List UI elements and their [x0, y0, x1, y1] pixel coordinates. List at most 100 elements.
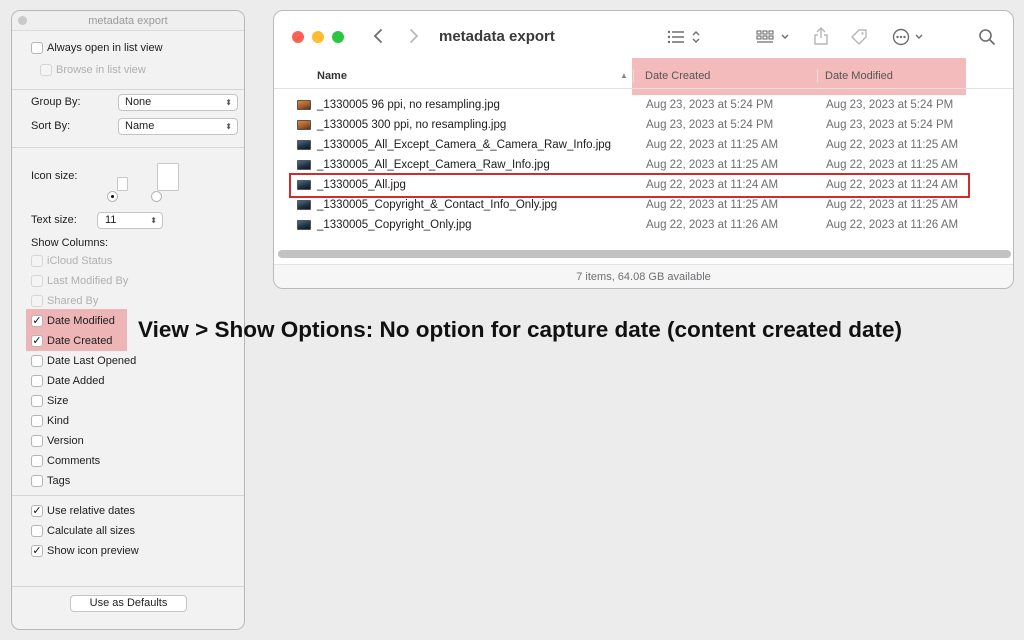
icon-size-label: Icon size: [31, 170, 78, 182]
chevron-right-icon[interactable] [408, 28, 420, 48]
list-view-icon[interactable] [667, 29, 701, 49]
column-header-row: Name ▲ Date Created Date Modified [274, 63, 1013, 89]
column-date-added-checkbox[interactable]: Date Added [31, 374, 105, 388]
checkbox-box [31, 295, 43, 307]
calculate-all-sizes-checkbox[interactable]: Calculate all sizes [31, 524, 135, 538]
panel-close-button[interactable] [18, 16, 27, 25]
up-down-chevron-icon: ⬍ [150, 216, 157, 225]
panel-title: metadata export [88, 15, 168, 27]
column-header-name[interactable]: Name [317, 63, 347, 89]
column-comments-checkbox[interactable]: Comments [31, 454, 100, 468]
image-thumbnail-icon [297, 200, 311, 210]
file-date-created: Aug 22, 2023 at 11:25 AM [646, 199, 779, 211]
large-document-icon [157, 163, 179, 191]
column-size-checkbox[interactable]: Size [31, 394, 68, 408]
file-name: _1330005_Copyright_&_Contact_Info_Only.j… [317, 199, 558, 211]
file-date-created: Aug 22, 2023 at 11:25 AM [646, 159, 779, 171]
minimize-window-button[interactable] [312, 31, 324, 43]
column-divider[interactable] [633, 69, 634, 83]
checkbox-box[interactable] [31, 375, 43, 387]
checkbox-box[interactable] [31, 415, 43, 427]
divider [12, 586, 244, 587]
column-last-modified-by-checkbox: Last Modified By [31, 274, 128, 288]
checkbox-box [31, 255, 43, 267]
grid-view-icon[interactable] [756, 29, 792, 49]
small-document-icon [117, 177, 128, 191]
chevron-left-icon[interactable] [372, 28, 384, 48]
close-window-button[interactable] [292, 31, 304, 43]
file-name: _1330005 96 ppi, no resampling.jpg [317, 99, 500, 111]
file-row[interactable]: _1330005_All_Except_Camera_&_Camera_Raw_… [274, 135, 1013, 155]
file-name: _1330005 300 ppi, no resampling.jpg [317, 119, 507, 131]
checkmark-icon[interactable]: ✓ [31, 505, 43, 517]
show-icon-preview-checkbox[interactable]: ✓ Show icon preview [31, 544, 139, 558]
file-date-modified: Aug 23, 2023 at 5:24 PM [826, 119, 954, 131]
checkbox-box[interactable] [31, 525, 43, 537]
column-date-created-checkbox[interactable]: ✓ Date Created [31, 334, 112, 348]
icon-size-small-radio[interactable] [107, 191, 118, 202]
checkbox-box[interactable] [31, 475, 43, 487]
file-date-modified: Aug 22, 2023 at 11:25 AM [826, 139, 959, 151]
file-date-modified: Aug 22, 2023 at 11:25 AM [826, 199, 959, 211]
checkbox-box[interactable] [31, 395, 43, 407]
divider [12, 495, 244, 496]
image-thumbnail-icon [297, 100, 311, 110]
column-date-modified-checkbox[interactable]: ✓ Date Modified [31, 314, 115, 328]
file-date-modified: Aug 22, 2023 at 11:26 AM [826, 219, 959, 231]
file-row[interactable]: _1330005 96 ppi, no resampling.jpg Aug 23… [274, 95, 1013, 115]
sort-by-popup[interactable]: Name ⬍ [118, 118, 238, 135]
file-row[interactable]: _1330005 300 ppi, no resampling.jpg Aug 2… [274, 115, 1013, 135]
file-row[interactable]: _1330005_Copyright_Only.jpg Aug 22, 2023 … [274, 215, 1013, 235]
panel-titlebar: metadata export [12, 11, 244, 31]
checkbox-box[interactable] [31, 455, 43, 467]
image-thumbnail-icon [297, 120, 311, 130]
text-size-label: Text size: [31, 214, 77, 226]
search-icon[interactable] [978, 28, 996, 50]
column-header-date-modified[interactable]: Date Modified [825, 63, 893, 89]
checkbox-box[interactable] [31, 355, 43, 367]
zoom-window-button[interactable] [332, 31, 344, 43]
use-as-defaults-button[interactable]: Use as Defaults [70, 595, 187, 612]
file-date-modified: Aug 22, 2023 at 11:25 AM [826, 159, 959, 171]
file-date-created: Aug 22, 2023 at 11:25 AM [646, 139, 779, 151]
column-tags-checkbox[interactable]: Tags [31, 474, 70, 488]
column-date-last-opened-checkbox[interactable]: Date Last Opened [31, 354, 136, 368]
checkmark-icon[interactable]: ✓ [31, 315, 43, 327]
file-name: _1330005_All_Except_Camera_Raw_Info.jpg [317, 159, 550, 171]
file-date-created: Aug 23, 2023 at 5:24 PM [646, 119, 774, 131]
up-down-chevron-icon: ⬍ [225, 122, 232, 131]
tag-icon[interactable] [849, 27, 869, 51]
file-name: _1330005_All_Except_Camera_&_Camera_Raw_… [317, 139, 612, 151]
column-shared-by-checkbox: Shared By [31, 294, 98, 308]
image-thumbnail-icon [297, 140, 311, 150]
checkmark-icon[interactable]: ✓ [31, 335, 43, 347]
checkbox-box[interactable] [31, 42, 43, 54]
file-row[interactable]: _1330005_All_Except_Camera_Raw_Info.jpg A… [274, 155, 1013, 175]
file-date-modified: Aug 23, 2023 at 5:24 PM [826, 99, 954, 111]
group-by-popup[interactable]: None ⬍ [118, 94, 238, 111]
finder-toolbar: metadata export [274, 11, 1013, 63]
share-icon[interactable] [813, 26, 829, 50]
file-row[interactable]: _1330005_Copyright_&_Contact_Info_Only.j… [274, 195, 1013, 215]
image-thumbnail-icon [297, 220, 311, 230]
use-relative-dates-checkbox[interactable]: ✓ Use relative dates [31, 504, 135, 518]
file-name: _1330005_Copyright_Only.jpg [317, 219, 472, 231]
column-divider[interactable] [817, 69, 818, 83]
checkmark-icon[interactable]: ✓ [31, 545, 43, 557]
always-open-list-view-checkbox[interactable]: Always open in list view [31, 41, 163, 55]
column-kind-checkbox[interactable]: Kind [31, 414, 69, 428]
file-date-created: Aug 23, 2023 at 5:24 PM [646, 99, 774, 111]
checkbox-box[interactable] [31, 435, 43, 447]
divider [12, 89, 244, 90]
checkbox-box [40, 64, 52, 76]
annotation-caption: View > Show Options: No option for captu… [138, 317, 903, 342]
image-thumbnail-icon [297, 160, 311, 170]
icon-size-large-radio[interactable] [151, 191, 162, 202]
column-version-checkbox[interactable]: Version [31, 434, 84, 448]
ellipsis-circle-icon[interactable] [892, 28, 928, 50]
column-header-date-created[interactable]: Date Created [645, 63, 710, 89]
horizontal-scrollbar[interactable] [278, 250, 1011, 258]
browse-in-list-view-checkbox: Browse in list view [40, 63, 146, 77]
highlight-row-outline [289, 173, 970, 198]
text-size-popup[interactable]: 11 ⬍ [97, 212, 163, 229]
